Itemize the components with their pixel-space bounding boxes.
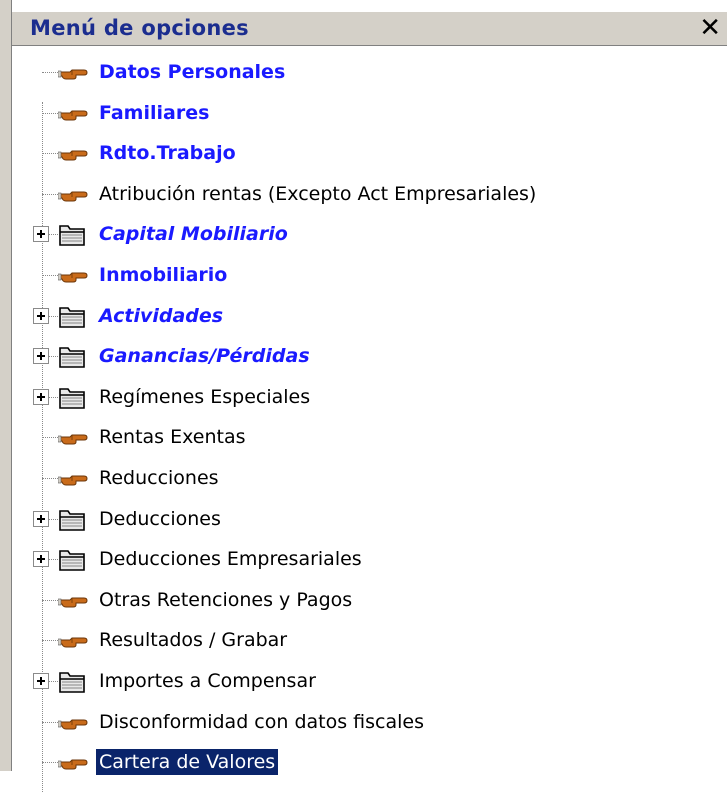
- tree-item[interactable]: Actividades: [12, 298, 727, 334]
- folder-icon: [58, 668, 86, 694]
- tree-item[interactable]: Rentas Exentas: [12, 419, 727, 455]
- tree-item-label: Deducciones Empresariales: [99, 548, 362, 571]
- hand-pointer-icon: [57, 430, 88, 445]
- tree-item[interactable]: Atribución rentas (Excepto Act Empresari…: [12, 176, 727, 212]
- tree-connector-branch: [42, 72, 58, 73]
- window-left-border: [0, 0, 12, 771]
- expand-plus-icon[interactable]: [33, 673, 49, 689]
- tree-item-label: Actividades: [99, 304, 224, 327]
- hand-pointer-icon: [57, 106, 88, 121]
- tree-connector-branch: [42, 275, 58, 276]
- tree-item-label: Cartera de Valores: [96, 749, 279, 776]
- tree-item[interactable]: Deducciones Empresariales: [12, 541, 727, 577]
- hand-pointer-icon: [57, 65, 88, 80]
- tree-item[interactable]: Rdto.Trabajo: [12, 135, 727, 171]
- folder-icon: [58, 506, 86, 532]
- hand-pointer-icon: [57, 268, 88, 283]
- tree-item-label: Deducciones: [99, 507, 221, 530]
- tree-item[interactable]: Ganancias/Pérdidas: [12, 338, 727, 374]
- tree-item-label: Regímenes Especiales: [99, 385, 311, 408]
- tree-item[interactable]: Inmobiliario: [12, 257, 727, 293]
- tree-connector-branch: [42, 640, 58, 642]
- options-tree: Datos Personales Familiares Rdto.Trabajo At…: [12, 46, 727, 792]
- panel-title: Menú de opciones: [30, 16, 249, 40]
- hand-pointer-icon: [57, 146, 88, 161]
- tree-item[interactable]: Cartera de Valores: [12, 744, 727, 780]
- folder-icon: [58, 221, 86, 247]
- tree-item[interactable]: Importes a Compensar: [12, 663, 727, 699]
- folder-icon: [58, 384, 86, 410]
- expand-plus-icon[interactable]: [33, 551, 49, 568]
- tree-connector-branch: [42, 437, 58, 439]
- tree-connector-branch: [42, 153, 58, 155]
- tree-item[interactable]: Reducciones: [12, 460, 727, 496]
- tree-item[interactable]: Disconformidad con datos fiscales: [12, 704, 727, 740]
- tree-item-label: Ganancias/Pérdidas: [99, 345, 310, 368]
- folder-icon: [58, 546, 86, 572]
- folder-icon: [58, 303, 86, 329]
- title-bar: Menú de opciones ✕: [12, 12, 727, 46]
- tree-item[interactable]: Regímenes Especiales: [12, 379, 727, 415]
- tree-item-label: Capital Mobiliario: [99, 223, 288, 246]
- close-icon[interactable]: ✕: [699, 14, 721, 42]
- expand-plus-icon[interactable]: [33, 388, 49, 405]
- tree-item-label: Importes a Compensar: [99, 670, 316, 692]
- tree-item[interactable]: Familiares: [12, 95, 727, 131]
- hand-pointer-icon: [57, 187, 88, 202]
- tree-connector-branch: [42, 599, 58, 601]
- options-menu-window: Menú de opciones ✕ Datos Personales Famil…: [0, 0, 727, 792]
- expand-plus-icon[interactable]: [33, 226, 49, 243]
- tree-connector-branch: [42, 478, 58, 479]
- hand-pointer-icon: [57, 755, 88, 770]
- tree-item-label: Rentas Exentas: [99, 426, 246, 449]
- tree-connector-branch: [42, 112, 58, 114]
- tree-item-label: Familiares: [99, 101, 210, 124]
- tree-item[interactable]: Capital Mobiliario: [12, 216, 727, 252]
- hand-pointer-icon: [57, 715, 88, 730]
- tree-connector-branch: [42, 193, 58, 195]
- hand-pointer-icon: [57, 633, 88, 648]
- hand-pointer-icon: [57, 593, 88, 608]
- expand-plus-icon[interactable]: [33, 307, 49, 324]
- hand-pointer-icon: [57, 471, 88, 486]
- tree-item-label: Otras Retenciones y Pagos: [99, 588, 353, 611]
- tree-item-label: Datos Personales: [99, 61, 286, 83]
- tree-item[interactable]: Resultados / Grabar: [12, 622, 727, 658]
- tree-item-label: Resultados / Grabar: [99, 629, 288, 652]
- tree-item-label: Disconformidad con datos fiscales: [99, 710, 424, 733]
- tree-connector-branch: [42, 721, 58, 723]
- expand-plus-icon[interactable]: [33, 510, 49, 527]
- expand-plus-icon[interactable]: [33, 348, 49, 365]
- tree-item-label: Reducciones: [99, 467, 219, 489]
- tree-item-label: Inmobiliario: [99, 264, 228, 286]
- tree-item[interactable]: Datos Personales: [12, 54, 727, 90]
- tree-item-label: Rdto.Trabajo: [99, 142, 236, 165]
- folder-icon: [58, 343, 86, 369]
- tree-item[interactable]: Otras Retenciones y Pagos: [12, 582, 727, 618]
- tree-item[interactable]: Deducciones: [12, 501, 727, 537]
- tree-connector-branch: [42, 762, 58, 764]
- tree-item-label: Atribución rentas (Excepto Act Empresari…: [99, 182, 537, 205]
